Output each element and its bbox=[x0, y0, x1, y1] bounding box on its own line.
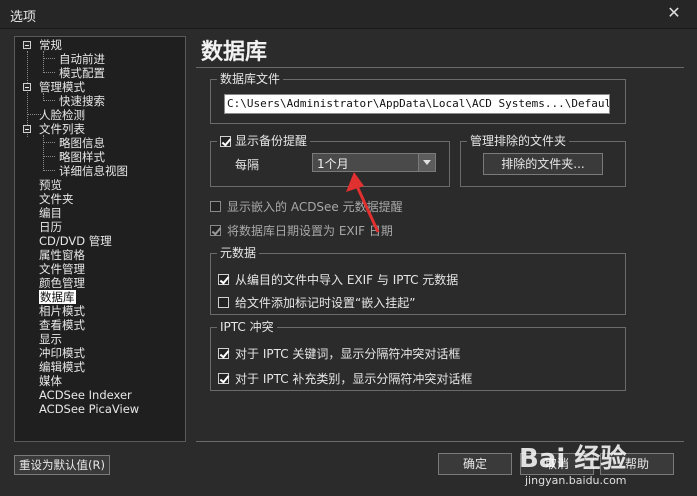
exif-date-option[interactable]: 将数据库日期设置为 EXIF 日期 bbox=[210, 222, 393, 239]
tree-item-media[interactable]: 媒体 bbox=[39, 374, 62, 388]
import-metadata-option[interactable]: 从编目的文件中导入 EXIF 与 IPTC 元数据 bbox=[218, 271, 458, 288]
window-title: 选项 bbox=[10, 10, 37, 25]
tree-item-acdsee-indexer[interactable]: ACDSee Indexer bbox=[39, 388, 132, 402]
tree-item-mode-config[interactable]: 模式配置 bbox=[59, 66, 105, 80]
help-button[interactable]: 帮助 bbox=[600, 453, 674, 475]
tree-connector bbox=[43, 100, 55, 101]
tree-item-edit-mode[interactable]: 编辑模式 bbox=[39, 360, 85, 374]
tree-connector bbox=[43, 156, 55, 157]
database-path-field[interactable]: C:\Users\Administrator\AppData\Local\ACD… bbox=[224, 94, 610, 114]
import-metadata-checkbox[interactable] bbox=[218, 274, 229, 285]
excluded-folders-legend: 管理排除的文件夹 bbox=[467, 133, 570, 149]
iptc-keywords-checkbox[interactable] bbox=[218, 348, 229, 359]
tree-item-auto-advance[interactable]: 自动前进 bbox=[59, 52, 105, 66]
embed-pending-option[interactable]: 给文件添加标记时设置“嵌入挂起” bbox=[218, 294, 415, 311]
tree-item-display[interactable]: 显示 bbox=[39, 332, 62, 346]
iptc-categories-checkbox[interactable] bbox=[218, 373, 229, 384]
interval-value: 1个月 bbox=[317, 157, 349, 171]
embedded-metadata-checkbox[interactable] bbox=[210, 201, 221, 212]
tree-item-folders[interactable]: 文件夹 bbox=[39, 192, 74, 206]
tree-item-general[interactable]: 常规 bbox=[39, 38, 62, 52]
chevron-down-icon[interactable] bbox=[418, 154, 435, 171]
tree-item-file-management[interactable]: 文件管理 bbox=[39, 262, 85, 276]
metadata-legend: 元数据 bbox=[217, 245, 260, 261]
iptc-conflicts-legend: IPTC 冲突 bbox=[217, 319, 277, 335]
backup-reminder-checkbox[interactable] bbox=[220, 135, 231, 147]
database-file-legend: 数据库文件 bbox=[217, 71, 284, 87]
tree-item-manage-mode[interactable]: 管理模式 bbox=[39, 80, 85, 94]
tree-item-file-list[interactable]: 文件列表 bbox=[39, 122, 85, 136]
backup-reminder-label: 显示备份提醒 bbox=[235, 134, 308, 148]
embedded-metadata-label: 显示嵌入的 ACDSee 元数据提醒 bbox=[227, 200, 403, 214]
import-metadata-label: 从编目的文件中导入 EXIF 与 IPTC 元数据 bbox=[235, 273, 459, 287]
tree-item-photo-mode[interactable]: 相片模式 bbox=[39, 304, 85, 318]
cancel-button[interactable]: 取消 bbox=[520, 453, 594, 475]
backup-reminder-toggle[interactable]: 显示备份提醒 bbox=[217, 133, 311, 149]
interval-label: 每隔 bbox=[235, 158, 260, 172]
iptc-categories-option[interactable]: 对于 IPTC 补充类别，显示分隔符冲突对话框 bbox=[218, 370, 472, 387]
collapse-icon[interactable] bbox=[23, 83, 31, 91]
tree-item-preview[interactable]: 预览 bbox=[39, 178, 62, 192]
exif-date-label: 将数据库日期设置为 EXIF 日期 bbox=[227, 224, 393, 238]
collapse-icon[interactable] bbox=[23, 41, 31, 49]
exif-date-checkbox[interactable] bbox=[210, 225, 221, 236]
title-bar: 选项 ✕ bbox=[0, 0, 697, 29]
tree-item-print-mode[interactable]: 冲印模式 bbox=[39, 346, 85, 360]
tree-connector bbox=[43, 170, 55, 171]
tree-item-thumbnail-info[interactable]: 略图信息 bbox=[59, 136, 105, 150]
tree-item-view-mode[interactable]: 查看模式 bbox=[39, 318, 85, 332]
tree-item-details-view[interactable]: 详细信息视图 bbox=[59, 164, 128, 178]
tree-connector bbox=[43, 72, 55, 73]
watermark-url: jingyan.baidu.com bbox=[525, 474, 627, 487]
page-title: 数据库 bbox=[201, 40, 268, 65]
tree-item-face-detection[interactable]: 人脸检测 bbox=[39, 108, 85, 122]
collapse-icon[interactable] bbox=[23, 125, 31, 133]
close-icon[interactable]: ✕ bbox=[665, 4, 683, 22]
tree-connector bbox=[43, 135, 44, 171]
interval-select[interactable]: 1个月 bbox=[312, 153, 436, 172]
tree-item-cd-dvd[interactable]: CD/DVD 管理 bbox=[39, 234, 112, 248]
tree-item-color-management[interactable]: 颜色管理 bbox=[39, 276, 85, 290]
title-divider bbox=[196, 67, 684, 68]
tree-connector bbox=[43, 58, 55, 59]
embed-pending-checkbox[interactable] bbox=[218, 297, 229, 308]
ok-button[interactable]: 确定 bbox=[438, 453, 512, 475]
tree-item-database[interactable]: 数据库 bbox=[39, 290, 76, 304]
tree-item-properties-pane[interactable]: 属性窗格 bbox=[39, 248, 85, 262]
tree-connector bbox=[43, 142, 55, 143]
iptc-keywords-label: 对于 IPTC 关键词，显示分隔符冲突对话框 bbox=[235, 347, 461, 361]
iptc-keywords-option[interactable]: 对于 IPTC 关键词，显示分隔符冲突对话框 bbox=[218, 345, 460, 362]
tree-item-catalog[interactable]: 编目 bbox=[39, 206, 62, 220]
iptc-categories-label: 对于 IPTC 补充类别，显示分隔符冲突对话框 bbox=[235, 372, 473, 386]
options-tree[interactable]: 常规 自动前进 模式配置 管理模式 快速搜索 人脸检测 文件列表 略图信息 略图… bbox=[14, 36, 186, 442]
tree-item-thumbnail-style[interactable]: 略图样式 bbox=[59, 150, 105, 164]
tree-item-quick-search[interactable]: 快速搜索 bbox=[59, 94, 105, 108]
embedded-metadata-option[interactable]: 显示嵌入的 ACDSee 元数据提醒 bbox=[210, 198, 403, 215]
tree-connector bbox=[43, 51, 44, 73]
tree-item-acdsee-picaview[interactable]: ACDSee PicaView bbox=[39, 402, 139, 416]
tree-item-calendar[interactable]: 日历 bbox=[39, 220, 62, 234]
embed-pending-label: 给文件添加标记时设置“嵌入挂起” bbox=[235, 296, 416, 310]
bottom-divider bbox=[196, 441, 684, 442]
excluded-folders-button[interactable]: 排除的文件夹... bbox=[483, 153, 603, 175]
reset-defaults-button[interactable]: 重设为默认值(R) bbox=[14, 455, 110, 475]
